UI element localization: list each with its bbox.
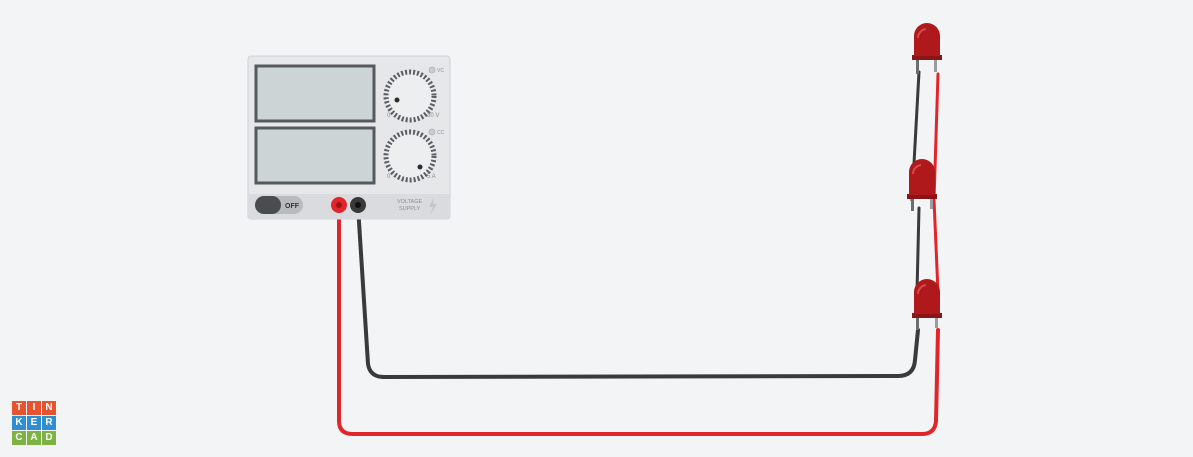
power-switch[interactable]: OFF (255, 196, 303, 214)
voltage-indicator-label: VC (437, 68, 444, 74)
negative-terminal[interactable] (350, 197, 366, 213)
current-indicator-label: CC (437, 130, 445, 136)
tinkercad-logo: TIN KER CAD (12, 401, 56, 445)
logo-letter-d: D (42, 431, 56, 445)
brand-label-line2: SUPPLY (399, 206, 421, 212)
voltage-display (254, 64, 376, 123)
led-1[interactable] (912, 23, 942, 74)
voltage-indicator-light (428, 66, 436, 74)
logo-letter-n: N (42, 401, 56, 415)
circuit-canvas[interactable]: 0 30 V 0 5 A VC CC OFF VOLTAGE SUPPLY (0, 0, 1193, 457)
logo-letter-i: I (27, 401, 41, 415)
logo-letter-a: A (27, 431, 41, 445)
negative-wire[interactable] (356, 204, 920, 379)
logo-letter-t: T (12, 401, 26, 415)
logo-letter-r: R (42, 416, 56, 430)
current-knob[interactable] (383, 129, 437, 183)
logo-letter-e: E (27, 416, 41, 430)
current-display (254, 126, 376, 185)
logo-letter-c: C (12, 431, 26, 445)
power-switch-label: OFF (285, 203, 300, 210)
current-knob-max-label: 5 A (427, 174, 436, 180)
led-3[interactable] (912, 279, 942, 330)
logo-letter-k: K (12, 416, 26, 430)
power-supply[interactable]: 0 30 V 0 5 A VC CC OFF VOLTAGE SUPPLY (247, 55, 451, 220)
voltage-knob-max-label: 30 V (427, 113, 439, 119)
brand-label-line1: VOLTAGE (397, 199, 422, 205)
current-indicator-light (428, 128, 436, 136)
led-2[interactable] (907, 159, 937, 211)
positive-terminal[interactable] (331, 197, 347, 213)
positive-wire[interactable] (337, 204, 940, 436)
